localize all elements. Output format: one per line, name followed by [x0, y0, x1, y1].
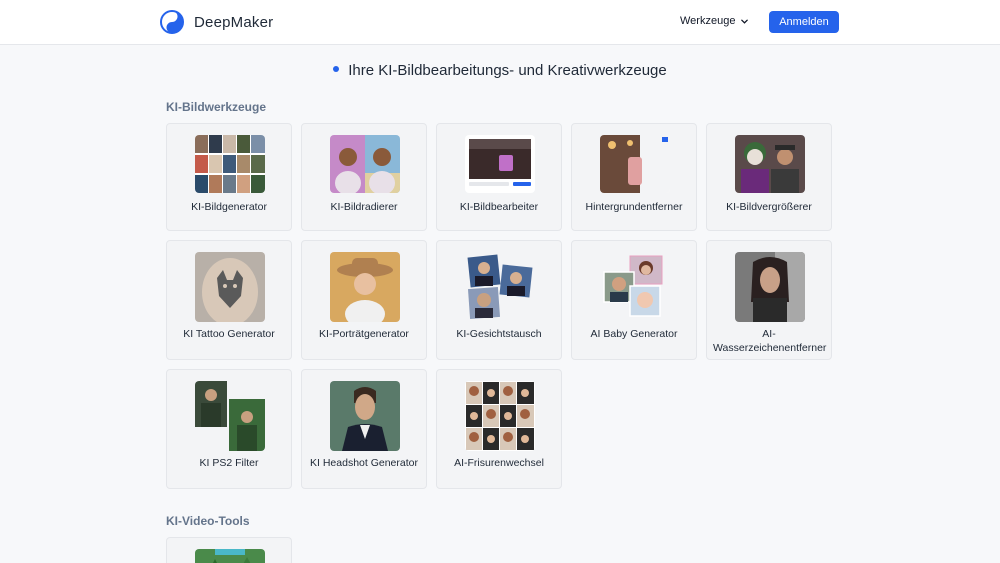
top-navigation-bar: DeepMaker Werkzeuge Anmelden — [0, 0, 1000, 45]
editor-screen-thumbnail-icon — [465, 135, 535, 193]
tool-card-label: Hintergrundentferner — [585, 201, 683, 213]
portrait-pair-thumbnail-icon — [330, 135, 400, 193]
hairstyle-grid-thumbnail-icon — [465, 381, 535, 451]
tool-card-tattoo-generator[interactable]: KI Tattoo Generator — [166, 240, 292, 360]
section-title-image-tools: KI-Bildwerkzeuge — [166, 100, 267, 114]
cafe-scene-thumbnail-icon — [600, 135, 670, 193]
tool-card-image-editor[interactable]: KI-Bildbearbeiter — [436, 123, 562, 231]
tool-card-background-remover[interactable]: Hintergrundentferner — [571, 123, 697, 231]
page-title-text: Ihre KI-Bildbearbeitungs- und Kreativwer… — [348, 62, 667, 79]
image-grid-thumbnail-icon — [195, 135, 265, 193]
tool-card-label: KI-Bildradierer — [330, 201, 398, 213]
tool-card-baby-generator[interactable]: AI Baby Generator — [571, 240, 697, 360]
tool-card-video[interactable] — [166, 537, 292, 563]
tool-card-label: KI-Bildvergrößerer — [726, 201, 812, 213]
tool-card-hairstyle-changer[interactable]: AI-Frisurenwechsel — [436, 369, 562, 489]
tool-card-label: AI-Frisurenwechsel — [454, 457, 544, 469]
tool-card-label: KI Headshot Generator — [310, 457, 418, 469]
tools-dropdown-label: Werkzeuge — [680, 15, 736, 27]
login-button[interactable]: Anmelden — [769, 11, 839, 33]
brand-name: DeepMaker — [194, 13, 274, 31]
face-swap-thumbnail-icon — [465, 252, 535, 322]
tool-card-label: KI PS2 Filter — [199, 457, 259, 469]
tool-card-portrait-generator[interactable]: KI-Porträtgenerator — [301, 240, 427, 360]
tool-card-ps2-filter[interactable]: KI PS2 Filter — [166, 369, 292, 489]
tool-card-face-swap[interactable]: KI-Gesichtstausch — [436, 240, 562, 360]
tool-card-image-eraser[interactable]: KI-Bildradierer — [301, 123, 427, 231]
joker-portrait-thumbnail-icon — [735, 135, 805, 193]
video-tool-thumbnail-icon — [195, 549, 265, 563]
tool-card-label: KI-Bildbearbeiter — [459, 201, 539, 213]
hat-portrait-thumbnail-icon — [330, 252, 400, 322]
tool-card-label: KI-Bildgenerator — [191, 201, 267, 213]
page-title: Ihre KI-Bildbearbeitungs- und Kreativwer… — [0, 62, 1000, 79]
tool-card-headshot-generator[interactable]: KI Headshot Generator — [301, 369, 427, 489]
chevron-down-icon — [741, 19, 749, 24]
tool-card-watermark-remover[interactable]: AI-Wasserzeichenentferner — [706, 240, 832, 360]
back-tattoo-thumbnail-icon — [195, 252, 265, 322]
baby-collage-thumbnail-icon — [600, 252, 670, 322]
tool-card-label: AI-Wasserzeichenentferner — [713, 328, 827, 354]
tool-card-label: AI Baby Generator — [590, 328, 678, 340]
tool-card-image-generator[interactable]: KI-Bildgenerator — [166, 123, 292, 231]
tools-dropdown[interactable]: Werkzeuge — [680, 15, 749, 27]
woman-portrait-thumbnail-icon — [735, 252, 805, 322]
tool-card-label: KI-Porträtgenerator — [319, 328, 409, 340]
forest-portrait-thumbnail-icon — [195, 381, 265, 451]
headshot-thumbnail-icon — [330, 381, 400, 451]
brand-logo-link[interactable]: DeepMaker — [160, 10, 273, 34]
tool-card-label: KI-Gesichtstausch — [456, 328, 542, 340]
yin-yang-logo-icon — [160, 10, 184, 34]
tool-card-image-upscaler[interactable]: KI-Bildvergrößerer — [706, 123, 832, 231]
section-title-video-tools: KI-Video-Tools — [166, 514, 250, 528]
bullet-dot-icon — [333, 66, 340, 73]
tool-card-label: KI Tattoo Generator — [183, 328, 275, 340]
